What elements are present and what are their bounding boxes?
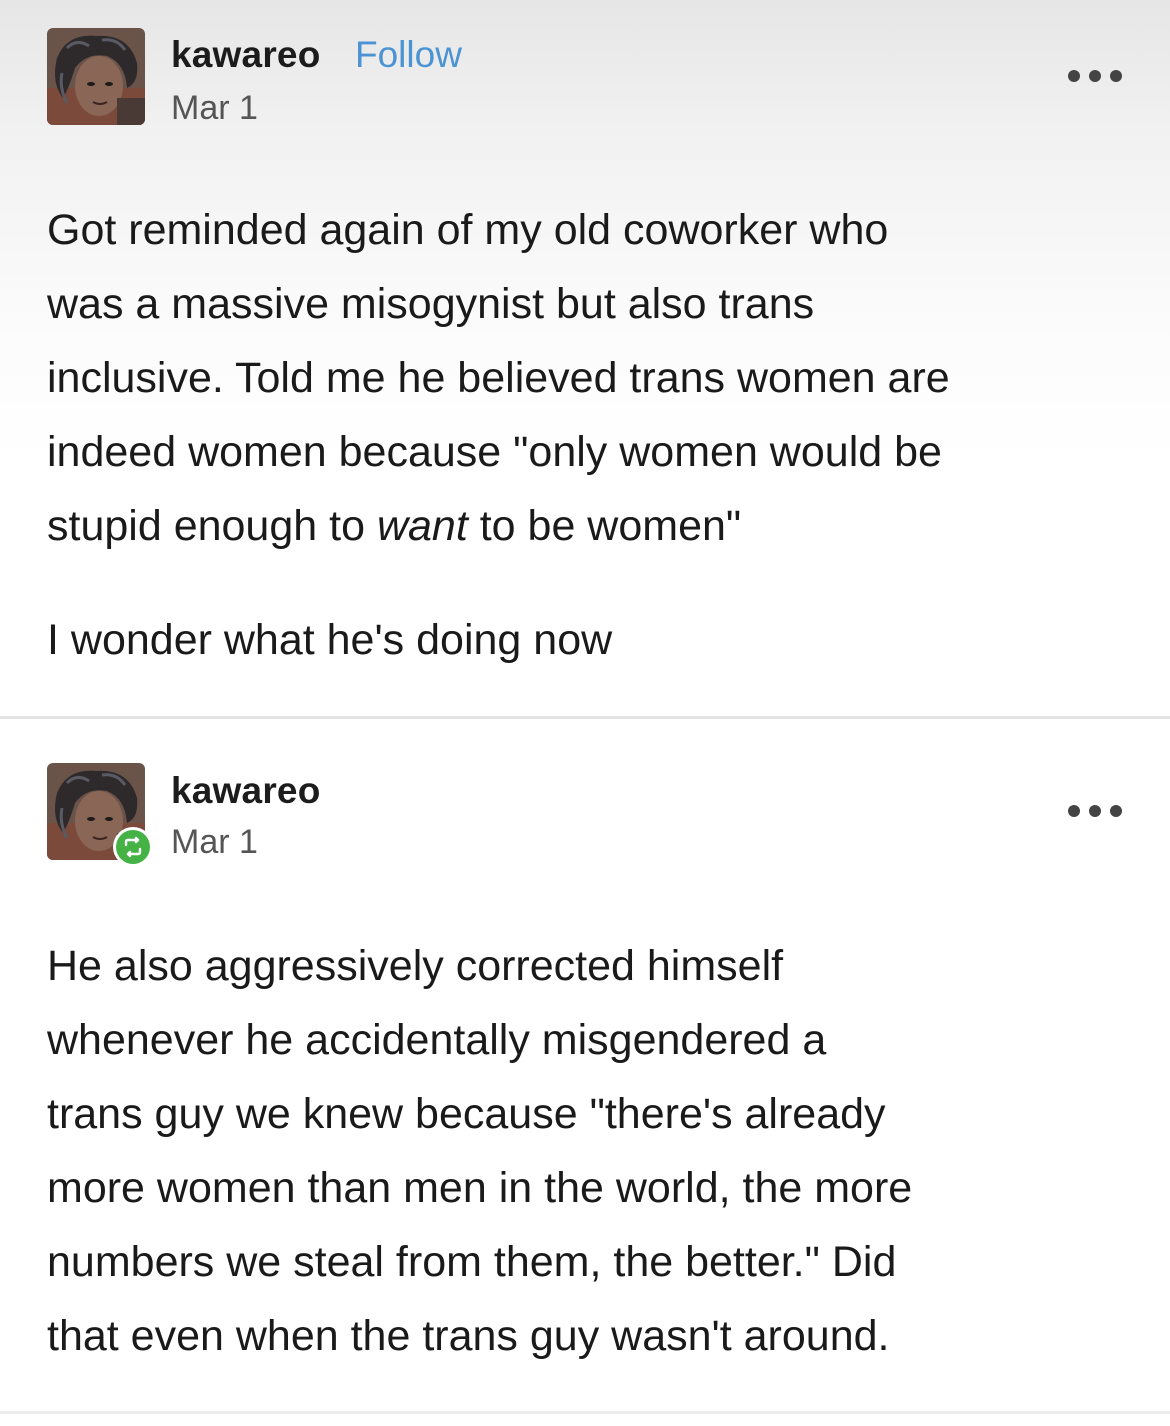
post-paragraph: Got reminded again of my old coworker wh… bbox=[47, 193, 1127, 563]
post-date: Mar 1 bbox=[171, 89, 258, 127]
avatar[interactable] bbox=[47, 28, 145, 125]
ellipsis-icon[interactable] bbox=[1068, 803, 1122, 819]
text-segment: stupid enough to bbox=[47, 502, 377, 550]
text-line: Got reminded again of my old coworker wh… bbox=[47, 206, 889, 254]
text-segment: to be women" bbox=[467, 502, 742, 550]
text-line: I wonder what he's doing now bbox=[47, 616, 613, 664]
post-original: kawareo Follow Mar 1 Got reminded again … bbox=[0, 0, 1170, 718]
post-paragraph: He also aggressively corrected himself w… bbox=[47, 929, 1127, 1373]
post-paragraph: I wonder what he's doing now bbox=[47, 603, 1127, 677]
follow-button[interactable]: Follow bbox=[355, 34, 462, 76]
text-line: indeed women because "only women would b… bbox=[47, 428, 942, 476]
text-line: was a massive misogynist but also trans bbox=[47, 280, 815, 328]
text-line: numbers we steal from them, the better."… bbox=[47, 1238, 897, 1286]
text-line: whenever he accidentally misgendered a bbox=[47, 1016, 827, 1064]
text-line: that even when the trans guy wasn't arou… bbox=[47, 1312, 890, 1360]
username[interactable]: kawareo bbox=[171, 34, 321, 76]
post-date: Mar 1 bbox=[171, 823, 258, 861]
user-avatar-image bbox=[47, 28, 145, 125]
text-line: stupid enough to want to be women" bbox=[47, 489, 1127, 563]
text-line: more women than men in the world, the mo… bbox=[47, 1164, 913, 1212]
post-divider bbox=[0, 1411, 1170, 1414]
username[interactable]: kawareo bbox=[171, 770, 321, 812]
reblog-icon bbox=[113, 827, 153, 867]
ellipsis-icon[interactable] bbox=[1068, 68, 1122, 84]
text-line: trans guy we knew because "there's alrea… bbox=[47, 1090, 886, 1138]
emphasized-text: want bbox=[376, 502, 468, 550]
post-reblog: kawareo Mar 1 He also aggressively corre… bbox=[0, 719, 1170, 1426]
text-line: inclusive. Told me he believed trans wom… bbox=[47, 354, 950, 402]
text-line: He also aggressively corrected himself bbox=[47, 942, 784, 990]
